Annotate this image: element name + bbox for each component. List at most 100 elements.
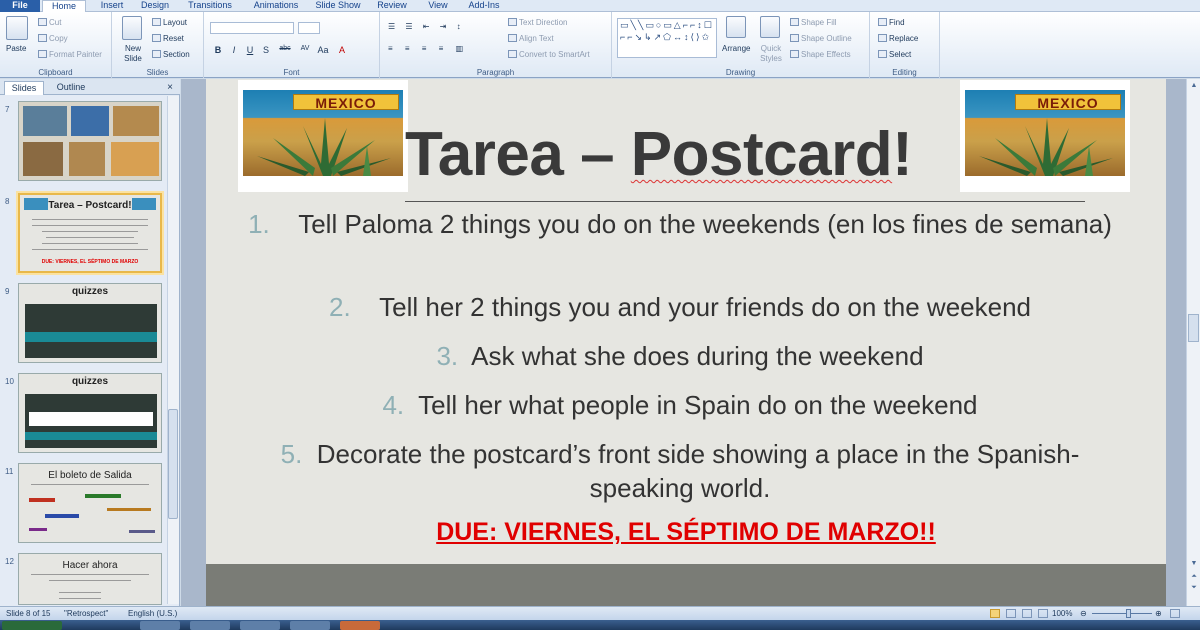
quick-styles-button[interactable]: Quick Styles	[756, 44, 786, 64]
copy-button[interactable]: Copy	[38, 34, 68, 44]
scroll-down-icon[interactable]: ▼	[1189, 560, 1199, 569]
slide-thumbnail-9[interactable]: quizzes	[18, 283, 162, 363]
list-item[interactable]: 1. Tell Paloma 2 things you do on the we…	[230, 207, 1130, 241]
pane-tabs: Slides Outline ×	[0, 79, 180, 95]
due-date-text[interactable]: DUE: VIERNES, EL SÉPTIMO DE MARZO!!	[206, 518, 1166, 547]
shadow-button[interactable]: S	[260, 45, 272, 55]
shapes-gallery[interactable]: ▭╲╲▭○▭△⌐⌐↕☐ ⌐⌐↘↳↗⬠↔↕⟨⟩✩	[617, 18, 717, 58]
new-slide-button[interactable]: New Slide	[118, 44, 148, 64]
taskbar-app-icon[interactable]	[290, 621, 330, 630]
strikethrough-button[interactable]: abc	[276, 45, 294, 52]
section-button[interactable]: Section	[152, 50, 190, 60]
align-buttons[interactable]: ≡ ≡ ≡ ≡ ▥	[388, 44, 468, 54]
normal-view-icon[interactable]	[990, 609, 1000, 618]
scroll-up-icon[interactable]: ▲	[1189, 82, 1199, 91]
zoom-in-icon[interactable]: ⊕	[1155, 607, 1162, 620]
list-item[interactable]: 2. Tell her 2 things you and your friend…	[230, 290, 1130, 324]
format-painter-button[interactable]: Format Painter	[38, 50, 102, 60]
slide-thumbnail-12[interactable]: Hacer ahora	[18, 553, 162, 605]
text-direction-button[interactable]: Text Direction	[508, 18, 567, 28]
font-color-button[interactable]: A	[336, 45, 348, 55]
slide-number: 7	[5, 105, 10, 114]
shape-outline-button[interactable]: Shape Outline	[790, 34, 852, 44]
thumb-text-line	[59, 598, 101, 599]
thumb-text-line	[32, 249, 148, 250]
tab-file[interactable]: File	[0, 0, 40, 12]
replace-button[interactable]: Replace	[878, 34, 918, 44]
taskbar-app-icon[interactable]	[240, 621, 280, 630]
editing-group-label: Editing	[892, 68, 917, 77]
paste-button[interactable]: Paste	[6, 44, 26, 54]
find-button[interactable]: Find	[878, 18, 905, 28]
slide-sorter-icon[interactable]	[1006, 609, 1016, 618]
pane-scrollbar-thumb[interactable]	[168, 409, 178, 519]
align-text-button[interactable]: Align Text	[508, 34, 554, 44]
slide-show-icon[interactable]	[1038, 609, 1048, 618]
next-slide-icon[interactable]: ⏷	[1189, 584, 1199, 593]
zoom-out-icon[interactable]: ⊖	[1080, 607, 1087, 620]
reset-button[interactable]: Reset	[152, 34, 184, 44]
pane-scrollbar[interactable]	[167, 96, 179, 604]
theme-name[interactable]: "Retrospect"	[64, 607, 108, 620]
list-item[interactable]: 4. Tell her what people in Spain do on t…	[230, 388, 1130, 422]
underline-button[interactable]: U	[244, 45, 256, 55]
shape-fill-button[interactable]: Shape Fill	[790, 18, 837, 28]
start-button[interactable]	[2, 621, 62, 630]
postcard-image-right[interactable]: MEXICO	[960, 80, 1130, 192]
thumb-photo	[111, 142, 159, 176]
tab-slide-show[interactable]: Slide Show	[310, 0, 366, 12]
tab-add-ins[interactable]: Add-Ins	[462, 0, 506, 12]
slide-title[interactable]: Tarea – Postcard!	[405, 118, 965, 192]
font-group: B I U S abc AV Aa A Font	[204, 12, 380, 78]
zoom-level[interactable]: 100%	[1052, 607, 1072, 620]
convert-smartart-label: Convert to SmartArt	[519, 50, 590, 59]
cut-button[interactable]: Cut	[38, 18, 61, 28]
italic-button[interactable]: I	[228, 45, 240, 55]
quick-styles-icon[interactable]	[760, 16, 780, 38]
font-name-dropdown[interactable]	[210, 22, 294, 34]
zoom-slider-thumb[interactable]	[1126, 609, 1131, 618]
tab-insert[interactable]: Insert	[92, 0, 132, 12]
zoom-slider[interactable]	[1092, 613, 1152, 614]
tab-slides[interactable]: Slides	[4, 81, 44, 95]
arrange-icon[interactable]	[726, 16, 746, 38]
fit-to-window-icon[interactable]	[1170, 609, 1180, 618]
vertical-scrollbar[interactable]	[1186, 79, 1200, 606]
tab-transitions[interactable]: Transitions	[180, 0, 240, 12]
tab-design[interactable]: Design	[134, 0, 176, 12]
language-indicator[interactable]: English (U.S.)	[128, 607, 177, 620]
scrollbar-thumb[interactable]	[1188, 314, 1199, 342]
close-pane-icon[interactable]: ×	[164, 81, 176, 95]
new-slide-icon[interactable]	[122, 16, 142, 40]
tab-review[interactable]: Review	[372, 0, 412, 12]
tab-outline[interactable]: Outline	[48, 81, 94, 95]
arrange-button[interactable]: Arrange	[722, 44, 750, 54]
select-button[interactable]: Select	[878, 50, 911, 60]
smartart-icon	[508, 50, 517, 58]
previous-slide-icon[interactable]: ⏶	[1189, 573, 1199, 582]
slide-thumbnail-8[interactable]: Tarea – Postcard! DUE: VIERNES, EL SÉPTI…	[18, 193, 162, 273]
slide-thumbnail-10[interactable]: quizzes	[18, 373, 162, 453]
postcard-image-left[interactable]: MEXICO	[238, 80, 408, 192]
paste-icon[interactable]	[6, 16, 28, 40]
powerpoint-taskbar-icon[interactable]	[340, 621, 380, 630]
slide-thumbnail-11[interactable]: El boleto de Salida	[18, 463, 162, 543]
convert-smartart-button[interactable]: Convert to SmartArt	[508, 50, 590, 60]
tab-animations[interactable]: Animations	[246, 0, 306, 12]
layout-button[interactable]: Layout	[152, 18, 187, 28]
font-size-dropdown[interactable]	[298, 22, 320, 34]
reading-view-icon[interactable]	[1022, 609, 1032, 618]
status-bar: Slide 8 of 15 "Retrospect" English (U.S.…	[0, 606, 1200, 620]
slide-thumbnail-7[interactable]	[18, 101, 162, 181]
taskbar-app-icon[interactable]	[190, 621, 230, 630]
change-case-button[interactable]: Aa	[316, 45, 330, 55]
bold-button[interactable]: B	[212, 45, 224, 55]
list-buttons[interactable]: ☰ ☰ ⇤ ⇥ ↕	[388, 22, 465, 32]
taskbar-app-icon[interactable]	[140, 621, 180, 630]
list-item[interactable]: 3. Ask what she does during the weekend	[230, 339, 1130, 373]
tab-view[interactable]: View	[420, 0, 456, 12]
char-spacing-button[interactable]: AV	[298, 45, 312, 52]
shape-effects-button[interactable]: Shape Effects	[790, 50, 851, 60]
list-item[interactable]: 5. Decorate the postcard’s front side sh…	[230, 437, 1130, 505]
thumb-word	[129, 530, 155, 533]
